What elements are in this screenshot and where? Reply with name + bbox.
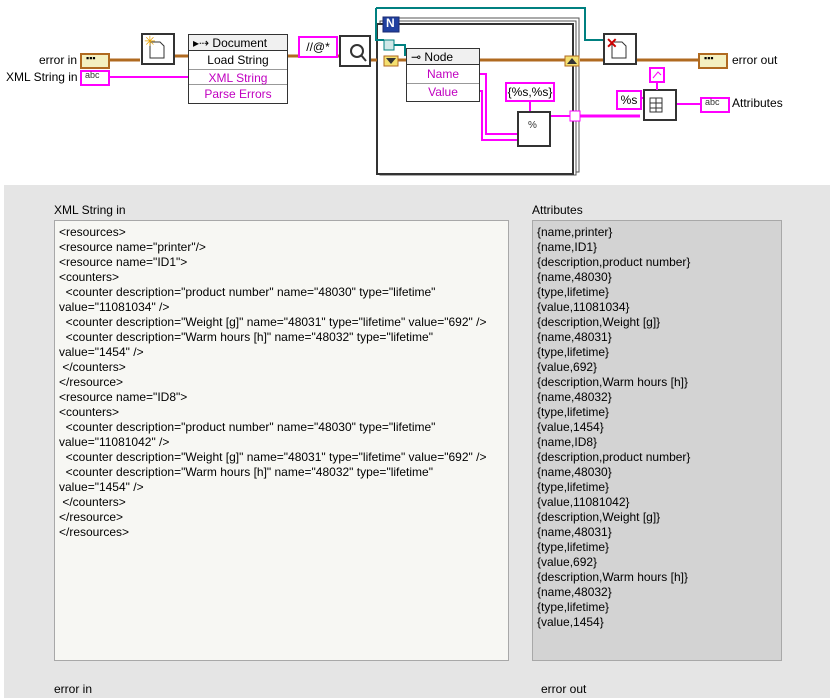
document-property-node[interactable]: ▸⇢ Document Load String XML String Parse… bbox=[188, 34, 288, 104]
reference-tunnel bbox=[383, 39, 395, 51]
svg-text:%: % bbox=[528, 120, 537, 131]
document-node-header: ▸⇢ Document bbox=[189, 35, 287, 51]
property-load-string[interactable]: Load String bbox=[189, 52, 287, 68]
xml-string-in-control[interactable]: <resources> <resource name="printer"/> <… bbox=[54, 220, 509, 661]
xml-string-in-label: XML String in bbox=[54, 203, 126, 217]
front-panel: XML String in <resources> <resource name… bbox=[4, 185, 830, 698]
array-format-constant[interactable]: %s bbox=[616, 90, 642, 110]
error-in-terminal[interactable]: ▪▪▪ bbox=[80, 53, 110, 69]
attributes-label: Attributes bbox=[532, 203, 583, 217]
attributes-terminal-label: Attributes bbox=[732, 96, 783, 110]
property-name[interactable]: Name bbox=[407, 66, 479, 82]
property-xml-string[interactable]: XML String bbox=[189, 69, 287, 85]
svg-text:✕: ✕ bbox=[606, 35, 618, 51]
key-icon: ⊸ bbox=[411, 50, 422, 64]
attribute-node-header: ⊸ Node bbox=[407, 49, 479, 65]
error-out-terminal-label: error out bbox=[732, 53, 778, 67]
format-string-constant[interactable]: {%s,%s} bbox=[505, 82, 555, 102]
arrow-right-icon: ▸⇢ bbox=[193, 36, 210, 50]
attributes-terminal[interactable]: abc bbox=[700, 97, 730, 113]
property-value[interactable]: Value bbox=[407, 83, 479, 99]
concatenate-strings-icon[interactable] bbox=[643, 89, 677, 121]
loop-count-letter: N bbox=[386, 16, 395, 30]
error-out-cluster-label: error out bbox=[541, 682, 587, 696]
indexing-tunnel bbox=[569, 110, 581, 122]
xpath-query-icon[interactable] bbox=[339, 35, 371, 67]
xml-string-in-terminal-label: XML String in bbox=[6, 70, 78, 84]
attributes-indicator: {name,printer} {name,ID1} {description,p… bbox=[532, 220, 782, 661]
xml-string-in-terminal[interactable]: abc bbox=[80, 70, 110, 86]
error-in-cluster-label: error in bbox=[54, 682, 93, 696]
xpath-string-constant[interactable]: //@* bbox=[298, 36, 338, 58]
error-out-terminal[interactable]: ▪▪▪ bbox=[698, 53, 728, 69]
property-parse-errors[interactable]: Parse Errors bbox=[189, 86, 287, 102]
attribute-property-node[interactable]: ⊸ Node Name Value bbox=[406, 48, 480, 102]
error-in-terminal-label: error in bbox=[39, 53, 78, 67]
line-feed-constant[interactable] bbox=[649, 67, 665, 83]
block-diagram: ✳ ✕ % error in ▪▪▪ XML String in abc ▸⇢ … bbox=[0, 0, 834, 185]
svg-text:✳: ✳ bbox=[144, 33, 156, 49]
